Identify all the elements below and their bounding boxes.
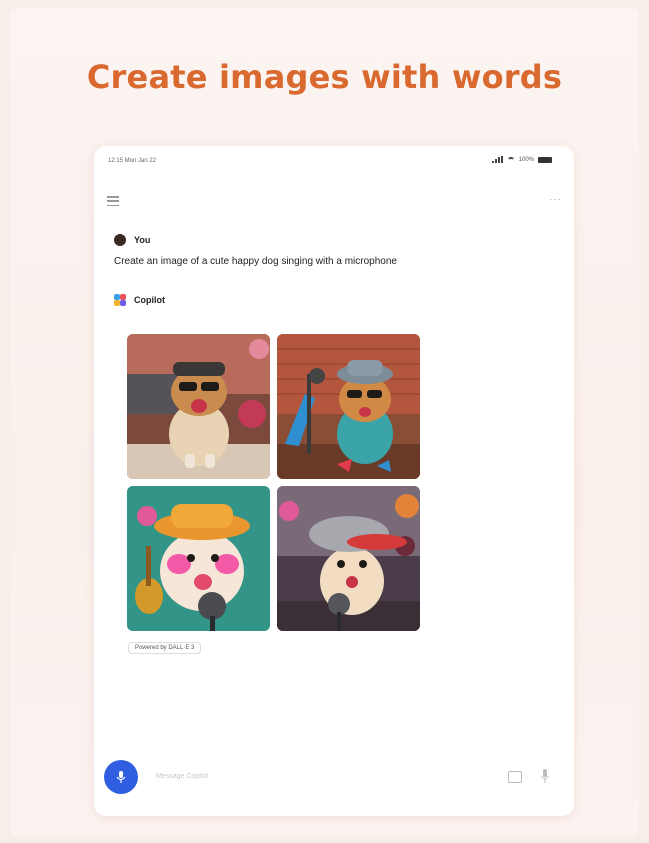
dog-image-4 [277,486,420,631]
user-message-header: You [114,234,544,246]
message-input[interactable]: Message Copilot [156,773,208,780]
wifi-icon [506,156,515,163]
image-upload-icon[interactable] [508,771,522,783]
more-options-icon[interactable]: ··· [549,195,562,205]
generated-image-2[interactable] [277,334,420,479]
user-prompt: Create an image of a cute happy dog sing… [114,256,397,267]
user-avatar [114,234,126,246]
signal-icon [491,156,503,163]
chat-thread: You Create an image of a cute happy dog … [114,234,544,267]
menu-icon[interactable] [107,196,119,206]
dog-image-3 [127,486,270,631]
user-name: You [134,235,151,245]
status-indicators: 100% [491,156,552,163]
microphone-icon [116,771,126,783]
assistant-message-header: Copilot [114,294,165,306]
microphone-small-icon[interactable] [540,768,550,784]
dog-image-1 [127,334,270,479]
battery-percent: 100% [518,156,534,163]
status-bar: 12:15 Mon Jan 22 100% [94,146,574,174]
headline: Create images with words [86,58,563,96]
voice-input-button[interactable] [104,760,138,794]
generated-image-4[interactable] [277,486,420,631]
tablet-frame: 12:15 Mon Jan 22 100% ··· You Create an … [94,146,574,816]
assistant-name: Copilot [134,295,165,305]
powered-by-badge: Powered by DALL·E 3 [128,642,202,654]
generated-image-3[interactable] [127,486,270,631]
copilot-logo-icon [114,294,126,306]
dog-image-2 [277,334,420,479]
status-time: 12:15 Mon Jan 22 [108,158,157,164]
battery-icon [538,156,552,163]
composer-bar: Message Copilot [94,754,574,794]
generated-image-1[interactable] [127,334,270,479]
image-grid [127,334,420,631]
